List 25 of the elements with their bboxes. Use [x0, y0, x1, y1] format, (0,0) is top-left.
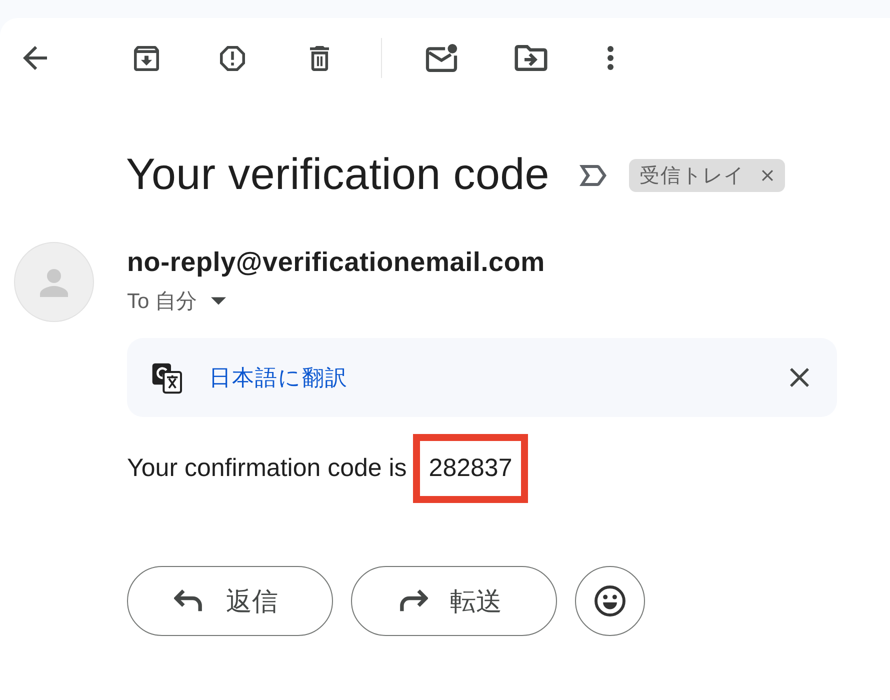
label-text: 受信トレイ	[639, 164, 744, 188]
highlighted-code: 282837	[412, 434, 528, 503]
translate-icon	[151, 362, 183, 394]
archive-icon[interactable]	[134, 46, 159, 70]
remove-label-icon[interactable]	[762, 170, 774, 180]
body-text: Your confirmation code is	[127, 454, 407, 483]
reply-arrow-icon	[174, 589, 204, 613]
reply-button[interactable]: 返信	[127, 566, 333, 636]
forward-button[interactable]: 転送	[351, 566, 557, 636]
trash-icon[interactable]	[310, 46, 330, 70]
more-options-icon[interactable]	[607, 46, 614, 70]
smiley-icon	[594, 585, 626, 617]
move-to-folder-icon[interactable]	[514, 45, 548, 71]
forward-arrow-icon	[398, 589, 428, 613]
close-icon[interactable]	[790, 368, 809, 387]
sender-address: no-reply@verificationemail.com	[127, 246, 546, 278]
report-spam-icon[interactable]	[220, 46, 245, 70]
translate-link[interactable]: 日本語に翻訳	[209, 362, 790, 392]
recipient-text: To 自分	[127, 289, 198, 315]
envelope-dot-icon[interactable]	[425, 44, 458, 72]
caret-icon[interactable]	[211, 297, 226, 305]
email-subject: Your verification code	[126, 150, 550, 200]
avatar-silhouette-icon	[14, 242, 94, 322]
back-arrow-icon[interactable]	[22, 46, 48, 70]
chevron-icon[interactable]	[579, 164, 608, 186]
